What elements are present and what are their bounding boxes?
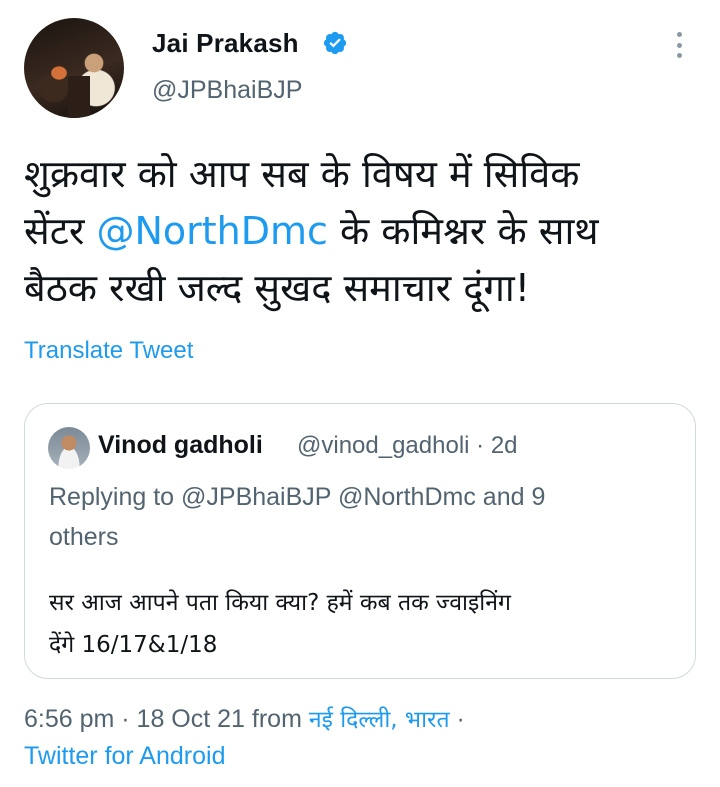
author-avatar[interactable]	[24, 18, 124, 118]
more-options-icon[interactable]	[668, 30, 690, 60]
time-date[interactable]: 6:56 pm · 18 Oct 21 from	[24, 705, 309, 733]
translate-tweet-link[interactable]: Translate Tweet	[24, 337, 193, 365]
quoted-tweet-card[interactable]: Vinod gadholi @vinod_gadholi · 2d Replyi…	[24, 403, 696, 679]
author-name[interactable]: Jai Prakash	[152, 28, 299, 59]
tweet-text: शुक्रवार को आप सब के विषय में सिविक सेंट…	[24, 146, 696, 317]
tweet-timestamp: 6:56 pm · 18 Oct 21 from नई दिल्ली, भारत…	[24, 705, 465, 733]
quoted-author-name: Vinod gadholi	[98, 431, 263, 459]
replying-to-text: Replying to @JPBhaiBJP @NorthDmc and 9 o…	[49, 483, 546, 551]
tweet-text-line: बैठक रखी जल्द सुखद समाचार दूंगा!	[24, 266, 530, 310]
quoted-tweet-text: सर आज आपने पता किया क्या? हमें कब तक ज्व…	[49, 590, 511, 658]
tweet-text-line: शुक्रवार को आप सब के विषय में सिविक	[24, 152, 580, 196]
tweet-text-line: सेंटर @NorthDmc के कमिश्नर के साथ	[24, 209, 599, 253]
quoted-author-avatar	[48, 427, 90, 469]
author-handle[interactable]: @JPBhaiBJP	[152, 76, 302, 105]
location-link[interactable]: नई दिल्ली, भारत	[309, 707, 450, 733]
mention-link[interactable]: @NorthDmc	[96, 209, 327, 253]
verified-badge-icon	[323, 31, 347, 55]
tweet-source-link[interactable]: Twitter for Android	[24, 742, 225, 771]
quoted-author-handle: @vinod_gadholi · 2d	[297, 432, 518, 459]
